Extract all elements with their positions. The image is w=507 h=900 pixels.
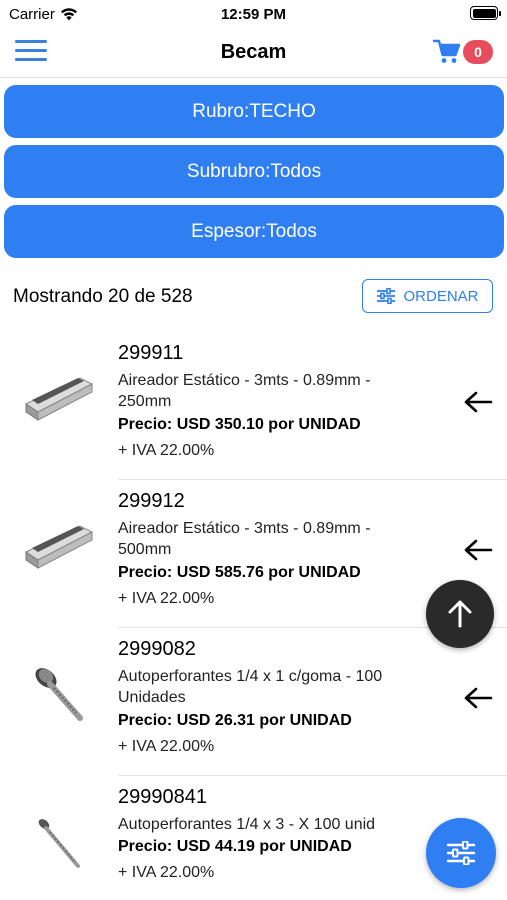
aireador-image [24, 377, 94, 421]
product-price: Precio: USD 585.76 por UNIDAD [118, 564, 361, 581]
product-code: 29990841 [118, 786, 207, 808]
arrow-left-icon[interactable] [463, 390, 493, 414]
product-item[interactable]: 299911 Aireador Estático - 3mts - 0.89mm… [0, 332, 507, 480]
order-button-label: ORDENAR [403, 287, 479, 305]
status-time: 12:59 PM [220, 6, 287, 23]
filter-fab-button[interactable] [426, 818, 496, 888]
screw-image [38, 819, 80, 868]
product-code: 2999082 [118, 638, 196, 660]
cart-icon [433, 39, 461, 63]
cart-button[interactable]: 0 [433, 39, 493, 65]
arrow-left-icon[interactable] [463, 538, 493, 562]
battery-icon [470, 6, 501, 20]
scroll-to-top-button[interactable] [426, 580, 494, 648]
nav-bar: Becam 0 [0, 28, 507, 78]
arrow-left-icon[interactable] [463, 686, 493, 710]
sliders-icon [446, 841, 476, 865]
results-count: Mostrando 20 de 528 [13, 286, 193, 307]
product-price: Precio: USD 26.31 por UNIDAD [118, 712, 352, 729]
product-code: 299912 [118, 490, 185, 512]
rubro-filter-button[interactable]: Rubro:TECHO [4, 85, 504, 138]
subrubro-filter-button[interactable]: Subrubro:Todos [4, 145, 504, 198]
product-iva: + IVA 22.00% [118, 590, 215, 607]
arrow-up-icon [448, 600, 472, 628]
product-item[interactable]: 2999082 Autoperforantes 1/4 x 1 c/goma -… [0, 628, 507, 776]
product-description: Autoperforantes 1/4 x 1 c/goma - 100 Uni… [118, 668, 383, 706]
order-button[interactable]: ORDENAR [362, 279, 493, 313]
espesor-filter-button[interactable]: Espesor:Todos [4, 205, 504, 258]
product-description: Aireador Estático - 3mts - 0.89mm - 500m… [118, 520, 371, 558]
sliders-icon [377, 288, 396, 304]
product-price: Precio: USD 350.10 por UNIDAD [118, 416, 361, 433]
product-price: Precio: USD 44.19 por UNIDAD [118, 838, 352, 855]
product-code: 299911 [118, 342, 184, 364]
screw-image [35, 668, 83, 721]
product-iva: + IVA 22.00% [118, 864, 215, 881]
product-description: Autoperforantes 1/4 x 3 - X 100 unid [118, 816, 376, 833]
product-description: Aireador Estático - 3mts - 0.89mm - 250m… [118, 372, 371, 410]
product-iva: + IVA 22.00% [118, 738, 215, 755]
cart-count-badge: 0 [463, 40, 493, 64]
status-bar: Carrier 12:59 PM [0, 0, 507, 28]
page-title: Becam [220, 41, 287, 63]
aireador-image [24, 525, 94, 569]
product-iva: + IVA 22.00% [118, 442, 215, 459]
